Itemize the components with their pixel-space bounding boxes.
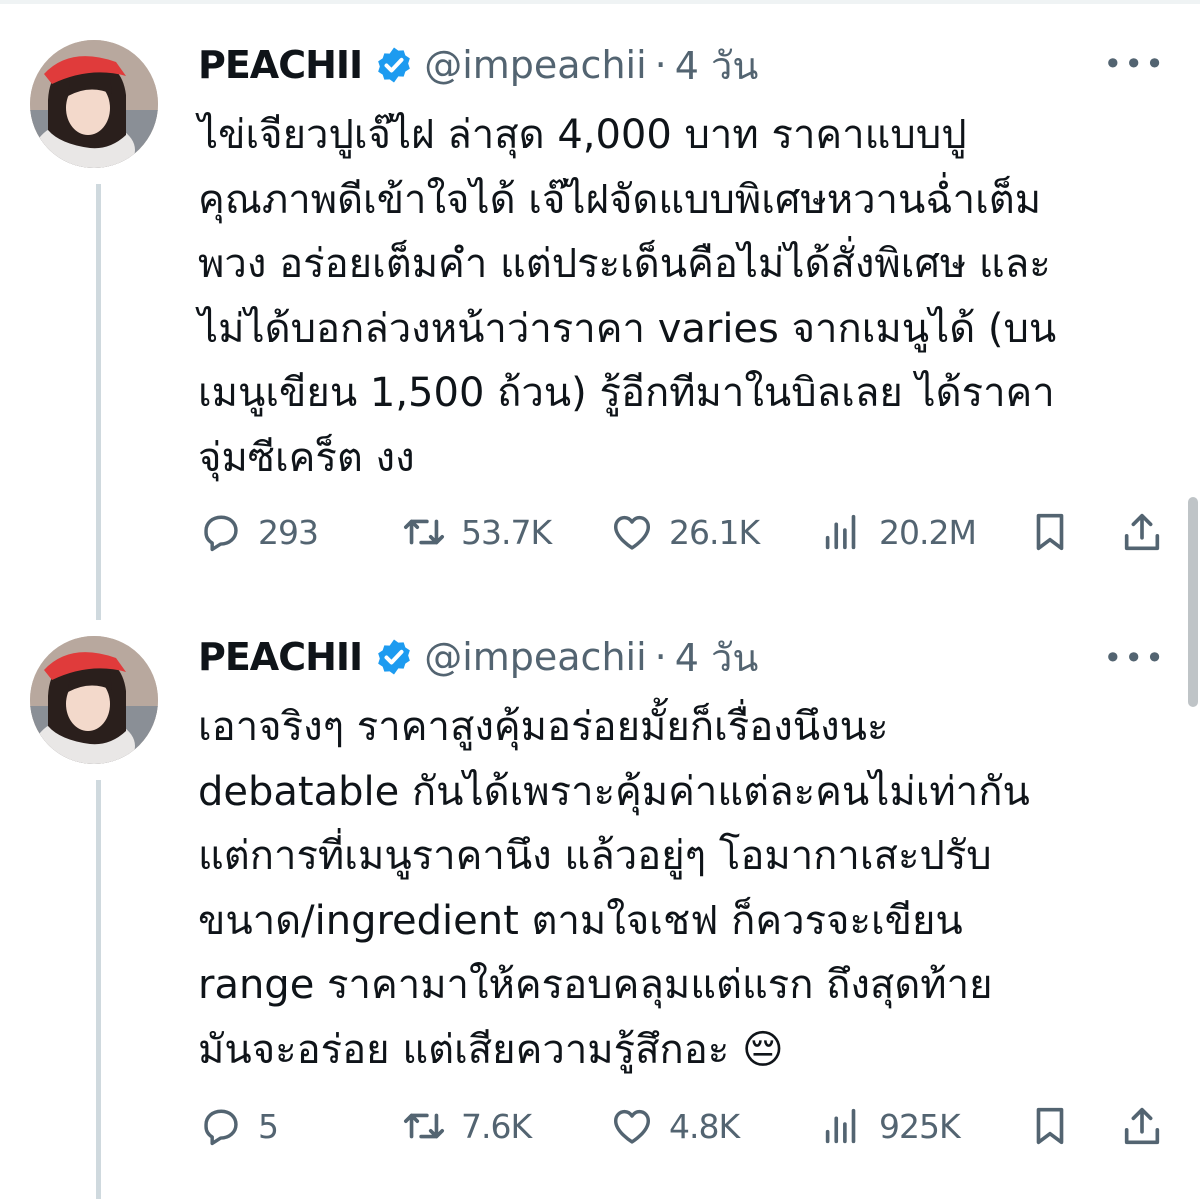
reply-icon [204, 1109, 238, 1146]
like-button[interactable]: 26.1K [609, 509, 819, 555]
views-button[interactable]: 925K [819, 1103, 1027, 1149]
retweet-icon [403, 519, 445, 545]
analytics-icon [825, 1108, 856, 1144]
analytics-icon [825, 514, 856, 550]
retweet-button[interactable]: 53.7K [401, 509, 609, 555]
like-count: 4.8K [669, 1106, 740, 1146]
retweet-icon [403, 1113, 445, 1139]
verified-badge-icon [378, 47, 411, 83]
share-button[interactable] [1119, 509, 1169, 555]
retweet-count: 53.7K [461, 512, 552, 552]
share-button[interactable] [1119, 1103, 1169, 1149]
display-name[interactable]: PEACHII [198, 43, 363, 87]
heart-icon [613, 515, 651, 550]
bookmark-button[interactable] [1027, 509, 1119, 555]
avatar[interactable] [30, 40, 158, 168]
tweet-text: ไข่เจียวปูเจ๊ไฝ ล่าสุด 4,000 บาท ราคาแบบ… [198, 112, 1057, 481]
bookmark-button[interactable] [1027, 1103, 1119, 1149]
display-name[interactable]: PEACHII [198, 635, 363, 679]
thread-line [96, 184, 101, 620]
views-count: 925K [879, 1106, 961, 1146]
tweet-header: PEACHII @impeachii · 4 วัน [198, 37, 1178, 93]
handle[interactable]: @impeachii [424, 635, 646, 679]
like-count: 26.1K [669, 512, 760, 552]
timestamp[interactable]: 4 วัน [675, 627, 759, 688]
tweet-text: เอาจริงๆ ราคาสูงคุ้มอร่อยมั้ยก็เรื่องนึง… [198, 704, 1030, 1073]
views-button[interactable]: 20.2M [819, 509, 1027, 555]
avatar[interactable] [30, 636, 158, 764]
reply-button[interactable]: 5 [198, 1103, 401, 1149]
scrollbar[interactable] [1188, 497, 1198, 707]
separator-dot: · [654, 635, 667, 679]
top-divider [0, 0, 1200, 4]
timestamp[interactable]: 4 วัน [675, 35, 759, 96]
thread-line [96, 780, 101, 1199]
retweet-button[interactable]: 7.6K [401, 1103, 609, 1149]
reply-count: 293 [258, 512, 319, 552]
like-button[interactable]: 4.8K [609, 1103, 819, 1149]
share-icon [1124, 1107, 1160, 1145]
tweet-actions: 5 7.6K 4.8K 925K [198, 1096, 1173, 1156]
tweet-header: PEACHII @impeachii · 4 วัน [198, 629, 1178, 685]
more-horizontal-icon[interactable]: ••• [1103, 48, 1166, 80]
tweet-actions: 293 53.7K 26.1K 20.2M [198, 502, 1173, 562]
bookmark-icon [1036, 513, 1064, 551]
share-icon [1124, 513, 1160, 551]
reply-count: 5 [258, 1106, 279, 1146]
retweet-count: 7.6K [461, 1106, 532, 1146]
reply-icon [204, 515, 238, 552]
handle[interactable]: @impeachii [424, 43, 646, 87]
heart-icon [613, 1109, 651, 1144]
reply-button[interactable]: 293 [198, 509, 401, 555]
verified-badge-icon [378, 639, 411, 675]
more-horizontal-icon[interactable]: ••• [1103, 642, 1166, 674]
views-count: 20.2M [879, 512, 977, 552]
bookmark-icon [1036, 1107, 1064, 1145]
separator-dot: · [654, 43, 667, 87]
